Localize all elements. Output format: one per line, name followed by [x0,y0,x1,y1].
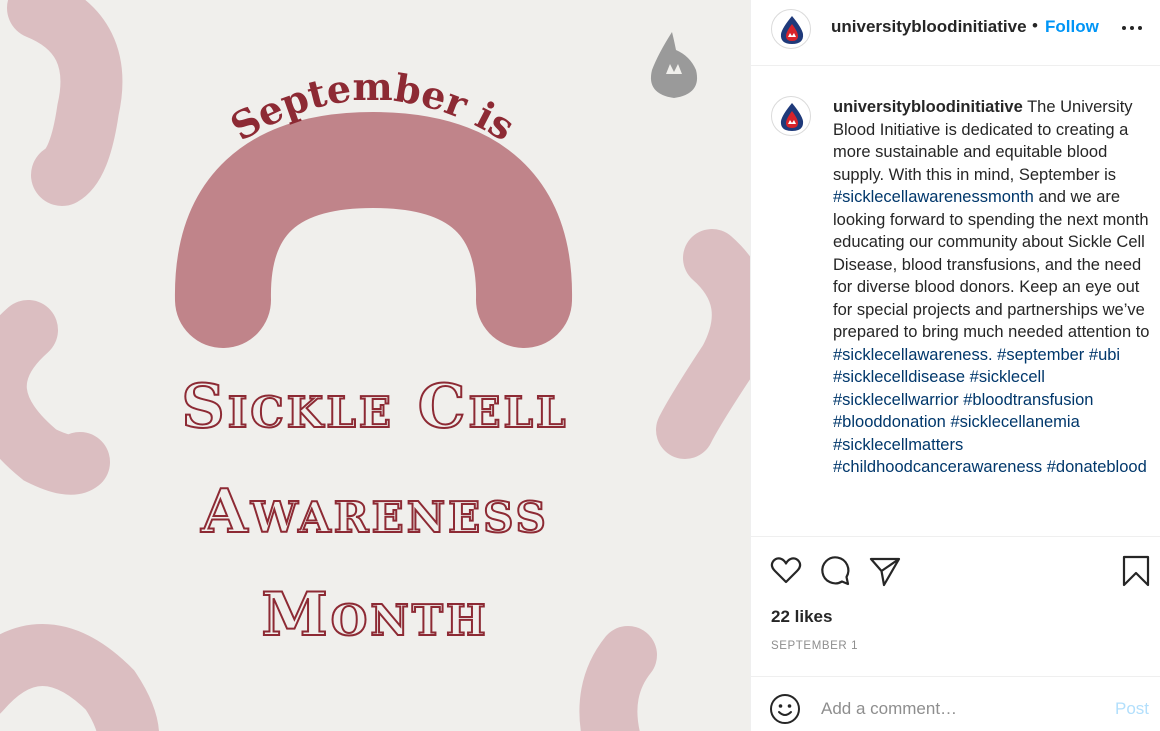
post-details-panel: universitybloodinitiative • Follow unive… [750,0,1160,731]
more-options-icon[interactable] [1121,18,1145,38]
more-dot-1 [1122,26,1126,30]
paper-plane-icon[interactable] [868,554,902,588]
hashtag-link[interactable]: #sicklecellwarrior [833,391,959,409]
decorative-blob-bottom-right [579,626,657,731]
hashtag-link[interactable]: #sicklecellanemia [950,413,1079,431]
decorative-blob-top-left [7,0,123,206]
more-dot-3 [1138,26,1142,30]
comment-bubble-icon[interactable] [818,554,852,588]
hashtag-link[interactable]: #sicklecell [970,368,1045,386]
caption-username-link[interactable]: universitybloodinitiative [833,98,1023,116]
headline-line-2: Awareness [200,477,549,547]
post-date[interactable]: SEPTEMBER 1 [771,640,858,652]
caption-body-part2: and we are looking forward to spending t… [833,188,1150,341]
decorative-blob-bottom-left [0,624,159,731]
hashtag-link[interactable]: #bloodtransfusion [963,391,1093,409]
comment-input[interactable] [821,691,1101,727]
hashtag-link[interactable]: #sicklecellmatters [833,436,963,454]
caption-text: universitybloodinitiative The University… [833,96,1155,479]
header-username-link[interactable]: universitybloodinitiative [831,17,1027,37]
hashtag-link[interactable]: #ubi [1089,346,1120,364]
follow-button[interactable]: Follow [1045,17,1099,37]
hashtag-link[interactable]: #childhoodcancerawareness [833,458,1042,476]
emoji-smiley-icon[interactable] [769,693,801,725]
likes-count[interactable]: 22 likes [771,607,832,627]
caption-avatar[interactable] [771,96,811,136]
blood-drop-avatar-icon [780,16,804,44]
bookmark-icon[interactable] [1119,554,1153,588]
post-actions: 22 likes SEPTEMBER 1 [751,536,1160,676]
add-comment-bar: Post [751,676,1160,731]
central-arch-shape [174,111,573,348]
blood-drop-avatar-icon [780,103,804,131]
hashtag-link[interactable]: #sicklecelldisease [833,368,965,386]
hashtag-link[interactable]: #donateblood [1047,458,1147,476]
header-separator-dot: • [1032,16,1038,35]
flame-drop-logo-icon [650,32,698,98]
more-dot-2 [1130,26,1134,30]
post-comment-button[interactable]: Post [1115,699,1149,719]
post-image[interactable]: September is Sickle Cell Awareness Month [0,0,750,731]
post-header: universitybloodinitiative • Follow [751,0,1160,66]
headline-line-1: Sickle Cell [180,372,569,442]
hashtag-link[interactable]: #september [997,346,1084,364]
comments-area[interactable]: universitybloodinitiative The University… [751,66,1160,536]
headline-line-3: Month [260,580,489,650]
hashtag-link[interactable]: #sicklecellawareness. [833,346,993,364]
heart-icon[interactable] [769,554,803,588]
hashtag-link[interactable]: #blooddonation [833,413,946,431]
header-avatar[interactable] [771,9,811,49]
hashtag-link[interactable]: #sicklecellawarenessmonth [833,188,1034,206]
